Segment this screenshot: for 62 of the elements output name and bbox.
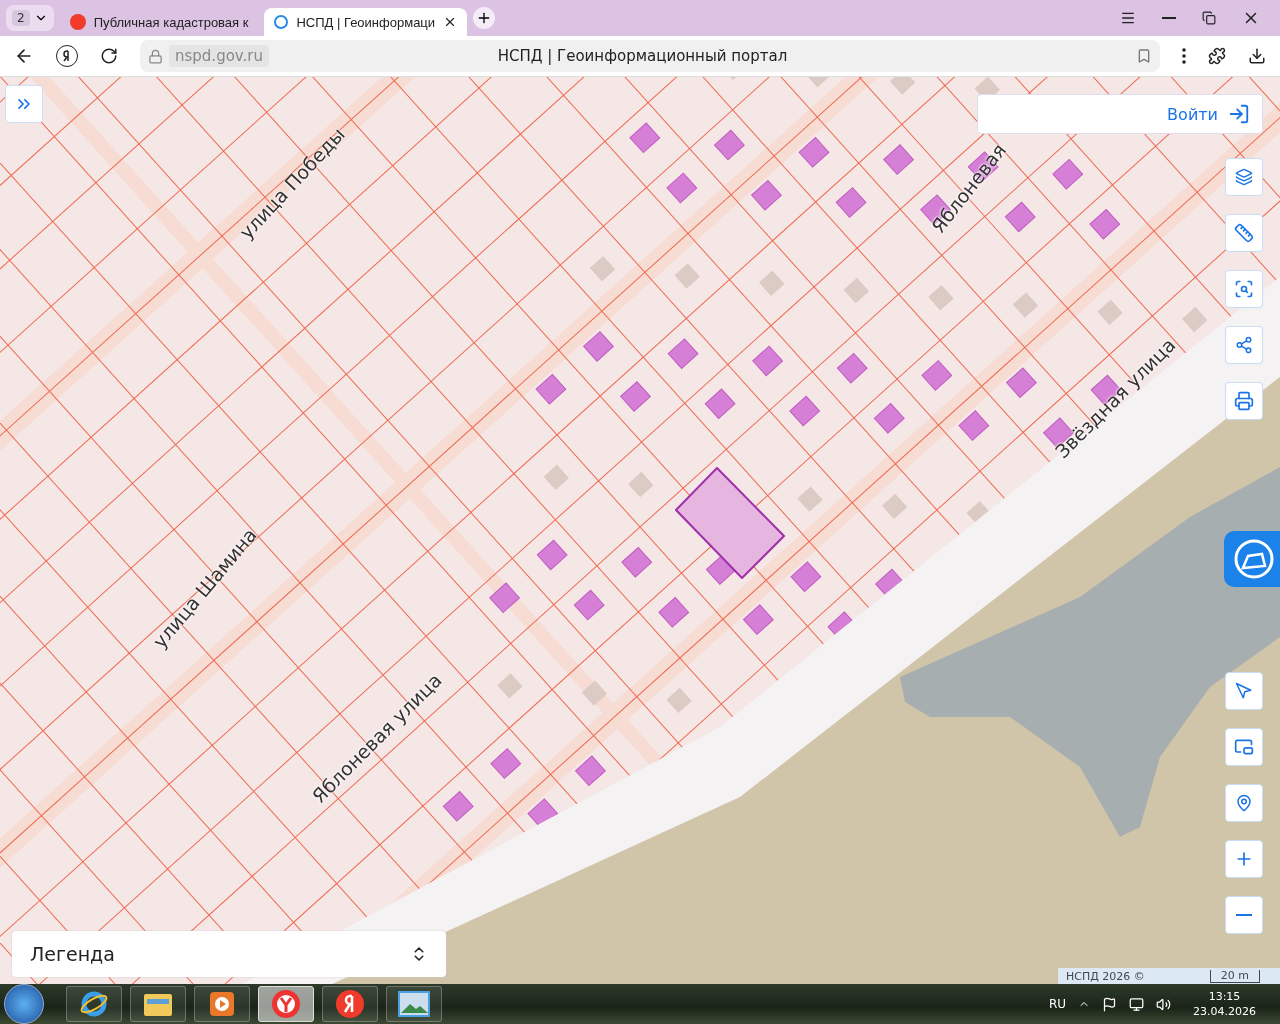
- page-title: НСПД | Геоинформационный портал: [496, 47, 789, 65]
- globe-e-icon: [79, 989, 109, 1019]
- clock-time: 13:15: [1208, 989, 1241, 1004]
- scale-bar: 20 m: [1209, 969, 1260, 983]
- language-indicator[interactable]: RU: [1048, 997, 1066, 1011]
- puzzle-icon: [1208, 47, 1226, 65]
- locate-button[interactable]: [1225, 672, 1263, 710]
- login-icon: [1228, 103, 1250, 125]
- print-button[interactable]: [1225, 382, 1263, 420]
- clock[interactable]: 13:15 23.04.2026: [1193, 989, 1256, 1019]
- browser-tab[interactable]: Публичная кадастровая к: [59, 8, 259, 36]
- extensions-button[interactable]: [1208, 47, 1226, 65]
- layers-button[interactable]: [1225, 158, 1263, 196]
- url-text: nspd.gov.ru: [169, 45, 269, 67]
- ruler-icon: [1234, 223, 1254, 243]
- map-pin-icon: [1235, 794, 1253, 812]
- selected-parcel[interactable]: [675, 467, 785, 579]
- reload-icon: [100, 47, 118, 65]
- tab-count: 2: [12, 10, 30, 26]
- new-tab-button[interactable]: [473, 7, 496, 29]
- lock-icon: [148, 48, 163, 64]
- start-button[interactable]: [4, 984, 44, 1024]
- bookmark-icon[interactable]: [1136, 48, 1152, 64]
- picture-icon: [398, 991, 430, 1017]
- share-icon: [1235, 336, 1253, 354]
- place-search-button[interactable]: [1225, 784, 1263, 822]
- login-button[interactable]: Войти: [977, 94, 1263, 134]
- printer-icon: [1234, 391, 1254, 411]
- download-icon: [1248, 47, 1266, 65]
- download-button[interactable]: [1248, 47, 1266, 65]
- flag-icon[interactable]: [1102, 996, 1117, 1012]
- more-button[interactable]: [1182, 48, 1186, 64]
- folder-icon: [143, 991, 173, 1017]
- minus-icon: [1236, 914, 1252, 916]
- share-button[interactable]: [1225, 326, 1263, 364]
- browser-logo-icon: [271, 989, 301, 1019]
- expand-panel-button[interactable]: [5, 85, 43, 123]
- area-search-icon: [1234, 279, 1254, 299]
- zoom-out-button[interactable]: [1225, 896, 1263, 934]
- layers-icon: [1235, 168, 1253, 186]
- browser-tab[interactable]: НСПД | Геоинформаци: [264, 8, 468, 36]
- ruler-button[interactable]: [1225, 214, 1263, 252]
- play-icon: [209, 991, 235, 1017]
- navigation-arrow-icon: [1235, 682, 1253, 700]
- minimap-icon: [1234, 737, 1254, 757]
- address-bar[interactable]: nspd.gov.ru НСПД | Геоинформационный портал: [140, 40, 1160, 72]
- portal-logo-icon[interactable]: [1224, 531, 1280, 587]
- restore-button[interactable]: [1202, 9, 1216, 27]
- minimap-button[interactable]: [1225, 728, 1263, 766]
- zoom-in-button[interactable]: [1225, 840, 1263, 878]
- attribution-text: НСПД 2026 ©: [1066, 969, 1145, 983]
- minimize-icon: [1162, 17, 1176, 19]
- legend-dropdown[interactable]: Легенда: [12, 931, 446, 977]
- reload-button[interactable]: [100, 47, 118, 65]
- speaker-icon[interactable]: [1156, 996, 1171, 1012]
- more-icon: [1182, 48, 1186, 64]
- restore-icon: [1202, 11, 1216, 25]
- clock-date: 23.04.2026: [1193, 1004, 1256, 1019]
- tab-counter[interactable]: 2: [6, 5, 54, 31]
- network-icon[interactable]: [1129, 996, 1144, 1012]
- area-search-button[interactable]: [1225, 270, 1263, 308]
- menu-icon: [1120, 10, 1136, 26]
